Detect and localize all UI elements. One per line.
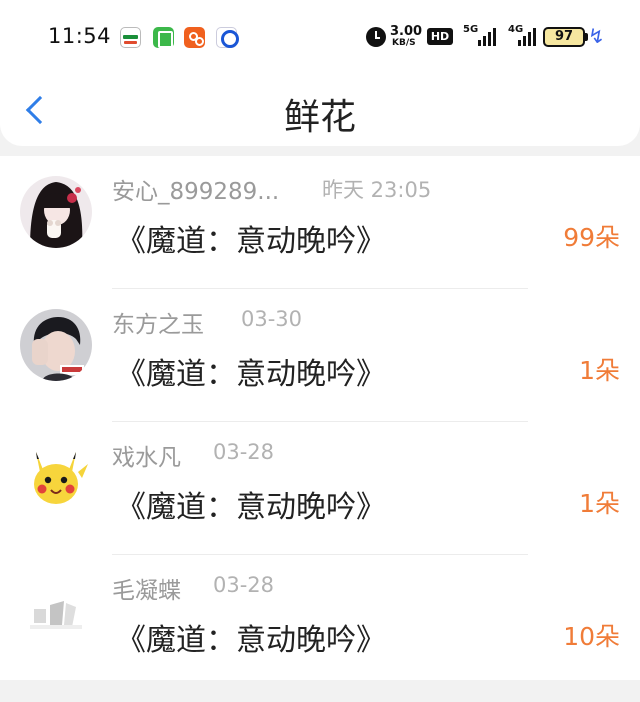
book-title: 《魔道：意动晚吟》 [116, 357, 386, 392]
signal-icon [476, 28, 498, 46]
flower-count: 99朵 [563, 223, 620, 252]
avatar[interactable] [20, 176, 92, 248]
hd-badge: HD [427, 28, 453, 45]
green-app-icon [153, 27, 174, 48]
net-speed-unit: KB/S [392, 38, 416, 48]
send-time: 03-28 [213, 440, 275, 464]
list-item[interactable]: 戏水凡 03-28 《魔道：意动晚吟》 1朵 [0, 422, 640, 555]
sender-name: 毛凝蝶 [112, 578, 181, 604]
avatar[interactable] [20, 309, 92, 381]
flower-count: 1朵 [579, 489, 620, 518]
list-item[interactable]: 安心_899289... 昨天 23:05 《魔道：意动晚吟》 99朵 [0, 156, 640, 289]
sender-name: 戏水凡 [112, 445, 181, 471]
oppo-app-icon [120, 27, 141, 48]
status-time: 11:54 [48, 24, 112, 48]
alarm-icon [366, 27, 386, 47]
charging-bolt-icon: ↯ [588, 24, 605, 48]
page-title: 鲜花 [283, 97, 356, 138]
bottom-spacer [0, 680, 640, 702]
list-item[interactable]: 毛凝蝶 03-28 《魔道：意动晚吟》 10朵 [0, 555, 640, 688]
net-speed-value: 3.00 [390, 24, 423, 39]
book-title: 《魔道：意动晚吟》 [116, 224, 386, 259]
sender-name: 东方之玉 [112, 312, 204, 338]
orange-app-icon [184, 27, 205, 48]
send-time: 03-28 [213, 573, 275, 597]
flower-count: 1朵 [579, 356, 620, 385]
nav-header: 鲜花 [0, 72, 640, 146]
avatar[interactable] [20, 442, 92, 514]
flower-count: 10朵 [563, 622, 620, 651]
avatar[interactable] [20, 575, 92, 647]
book-title: 《魔道：意动晚吟》 [116, 623, 386, 658]
flower-list: 安心_899289... 昨天 23:05 《魔道：意动晚吟》 99朵 东方之玉… [0, 156, 640, 680]
status-bar: 11:54 3.00 KB/S HD 5G 4G 97 ↯ [0, 0, 640, 72]
blue-app-icon [216, 27, 239, 48]
book-title: 《魔道：意动晚吟》 [116, 490, 386, 525]
send-time: 昨天 23:05 [322, 178, 432, 202]
list-item[interactable]: 东方之玉 03-30 《魔道：意动晚吟》 1朵 [0, 289, 640, 422]
sender-name: 安心_899289... [112, 179, 280, 205]
send-time: 03-30 [241, 307, 303, 331]
signal-icon [518, 28, 540, 46]
battery-icon: 97 [543, 27, 585, 47]
